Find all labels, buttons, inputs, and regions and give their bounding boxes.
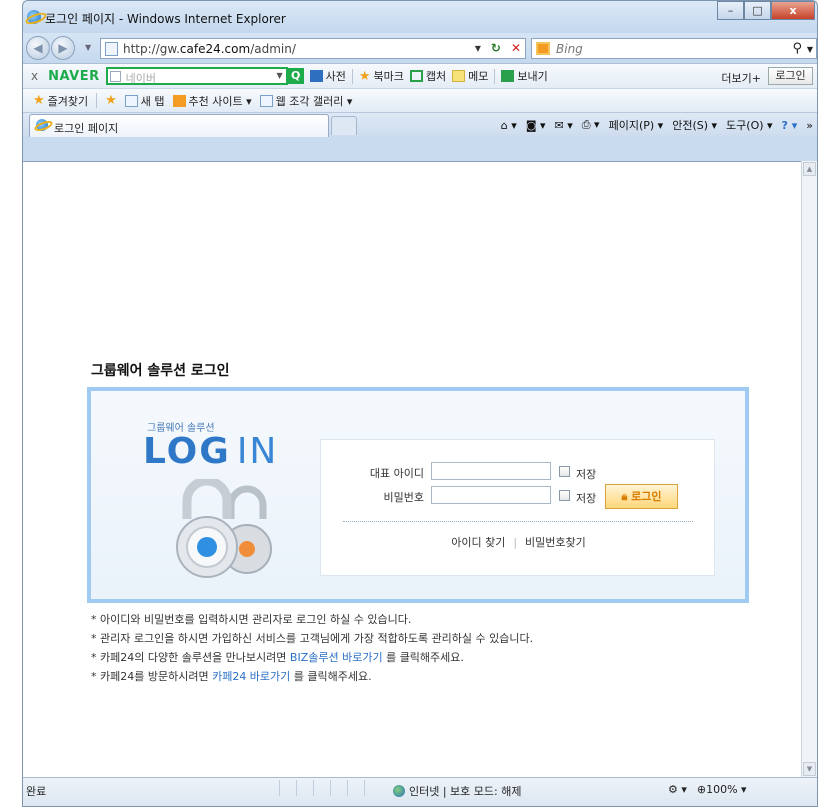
history-dropdown-icon[interactable]: ▼: [85, 43, 91, 52]
add-favorite-icon[interactable]: ★: [105, 93, 117, 108]
tab-bar: 로그인 페이지 ⌂ ▾ ◙ ▾ ✉ ▾ ⎙ ▾ 페이지(P) ▾ 안전(S) ▾…: [23, 112, 817, 137]
zoom-icon: ⊕: [696, 783, 707, 796]
tab-ie-icon: [36, 119, 48, 131]
notice-1: * 아이디와 비밀번호를 입력하시면 관리자로 로그인 하실 수 있습니다.: [91, 613, 412, 626]
naver-toolbar: x NAVER 네이버 ▼ Q 사전 ★ 북마크 캡처 메모 보내기 더보기+ 로…: [23, 63, 817, 88]
biz-solution-link[interactable]: BIZ솔루션 바로가기: [290, 651, 383, 664]
zone-settings-icon[interactable]: ⚙ ▾: [668, 783, 687, 796]
chevron-right-icon[interactable]: »: [806, 119, 813, 132]
memo-button[interactable]: 메모: [452, 68, 488, 84]
help-icon[interactable]: ? ▾: [782, 119, 798, 132]
desktop-background: [0, 0, 22, 807]
id-label: 대표 아이디: [369, 467, 424, 480]
page-icon: [105, 42, 118, 56]
login-form: 대표 아이디 저장 비밀번호 저장 🔒︎ 로그인 아이디 찾기 | 비밀번호찾기: [320, 439, 715, 576]
page-menu[interactable]: 페이지(P) ▾: [609, 117, 664, 133]
maximize-button[interactable]: □: [744, 1, 771, 20]
ie-logo-icon: [27, 10, 41, 24]
favorites-button[interactable]: ★ 즐겨찾기: [33, 93, 88, 109]
command-bar: ⌂ ▾ ◙ ▾ ✉ ▾ ⎙ ▾ 페이지(P) ▾ 안전(S) ▾ 도구(O) ▾…: [501, 117, 813, 133]
notice-3: * 카페24의 다양한 솔루션을 만나보시려면 BIZ솔루션 바로가기 를 클릭…: [91, 651, 464, 664]
safety-menu[interactable]: 안전(S) ▾: [672, 117, 717, 133]
title-bar: 로그인 페이지 - Windows Internet Explorer – □ …: [23, 1, 817, 33]
new-tab-button[interactable]: [331, 116, 357, 135]
find-links: 아이디 찾기 | 비밀번호찾기: [451, 536, 586, 549]
divider: [343, 521, 693, 522]
refresh-icon[interactable]: ↻: [491, 41, 501, 55]
bing-icon: [536, 42, 550, 55]
bookmark-button[interactable]: ★ 북마크: [359, 68, 404, 84]
browser-window: 로그인 페이지 - Windows Internet Explorer – □ …: [22, 0, 818, 807]
fav-web-slice-gallery[interactable]: 웹 조각 갤러리 ▾: [259, 93, 352, 109]
save-id-label: 저장: [576, 468, 597, 481]
scroll-down-icon[interactable]: ▼: [803, 762, 816, 776]
globe-icon: [393, 785, 405, 797]
status-text: 완료: [26, 785, 47, 798]
minimize-button[interactable]: –: [717, 1, 744, 20]
print-icon[interactable]: ⎙ ▾: [582, 118, 600, 132]
notice-2: * 관리자 로그인을 하시면 가입하신 서비스를 고객님에게 가장 적합하도록 …: [91, 632, 534, 645]
window-controls: – □ x: [717, 1, 815, 20]
window-title: 로그인 페이지 - Windows Internet Explorer: [45, 12, 286, 26]
login-logo: LOG IN: [143, 431, 279, 472]
notice-list: * 아이디와 비밀번호를 입력하시면 관리자로 로그인 하실 수 있습니다. *…: [91, 610, 533, 686]
vertical-scrollbar[interactable]: ▲ ▼: [801, 161, 817, 777]
search-dropdown-icon[interactable]: ▼: [807, 45, 813, 54]
close-button[interactable]: x: [771, 1, 815, 20]
favorites-star-icon: ★: [33, 93, 45, 108]
scroll-up-icon[interactable]: ▲: [803, 162, 816, 176]
address-bar-row: ◀ ▶ ▼ http://gw.cafe24.com/admin/ ▾ ↻ ✕ …: [23, 33, 817, 63]
mail-icon[interactable]: ✉ ▾: [555, 119, 573, 132]
page-title: 그룹웨어 솔루션 로그인: [91, 363, 230, 379]
naver-search-input[interactable]: 네이버 ▼: [105, 67, 288, 85]
naver-login-button[interactable]: 로그인: [768, 67, 813, 85]
naver-logo[interactable]: NAVER: [48, 69, 100, 84]
search-icon[interactable]: ⚲: [792, 41, 802, 56]
send-button[interactable]: 보내기: [501, 68, 548, 84]
padlock-icon: [176, 479, 272, 578]
save-id-checkbox[interactable]: [559, 466, 570, 477]
save-pw-checkbox[interactable]: [559, 490, 570, 501]
page-content: 그룹웨어 솔루션 로그인 그룹웨어 솔루션 LOG IN 대표 아이디 저장 비밀…: [23, 161, 803, 777]
login-button[interactable]: 🔒︎ 로그인: [605, 484, 678, 509]
fav-suggested-sites[interactable]: 추천 사이트 ▾: [172, 93, 252, 109]
cafe24-link[interactable]: 카페24 바로가기: [212, 670, 290, 683]
toolbar-close-icon[interactable]: x: [31, 69, 38, 83]
stop-icon[interactable]: ✕: [511, 41, 521, 55]
find-id-link[interactable]: 아이디 찾기: [451, 536, 505, 549]
more-button[interactable]: 더보기+: [721, 70, 761, 86]
forward-button[interactable]: ▶: [51, 36, 75, 60]
address-input[interactable]: http://gw.cafe24.com/admin/ ▾ ↻ ✕: [100, 38, 526, 59]
address-dropdown-icon[interactable]: ▾: [475, 41, 481, 55]
naver-search-button[interactable]: Q: [287, 68, 304, 84]
password-label: 비밀번호: [383, 491, 424, 504]
status-bar: 완료 인터넷 | 보호 모드: 해제 ⚙ ▾ ⊕100% ▾: [23, 777, 817, 806]
fav-new-tab[interactable]: 새 탭: [124, 93, 165, 109]
notice-4: * 카페24를 방문하시려면 카페24 바로가기 를 클릭해주세요.: [91, 670, 372, 683]
security-zone[interactable]: 인터넷 | 보호 모드: 해제: [393, 783, 521, 799]
login-panel: 그룹웨어 솔루션 LOG IN 대표 아이디 저장 비밀번호 저장 🔒︎ 로그인…: [87, 387, 749, 603]
save-pw-label: 저장: [576, 492, 597, 505]
feeds-icon[interactable]: ◙ ▾: [526, 119, 546, 132]
back-button[interactable]: ◀: [26, 36, 50, 60]
password-input[interactable]: [431, 486, 551, 504]
lock-icon: 🔒︎: [621, 490, 628, 503]
tools-menu[interactable]: 도구(O) ▾: [726, 117, 773, 133]
star-icon: ★: [358, 68, 371, 84]
favorites-bar: ★ 즐겨찾기 ★ 새 탭 추천 사이트 ▾ 웹 조각 갤러리 ▾: [23, 88, 817, 112]
capture-button[interactable]: 캡처: [409, 68, 446, 84]
home-icon[interactable]: ⌂ ▾: [501, 119, 517, 132]
search-input[interactable]: Bing ⚲ ▼: [531, 38, 817, 59]
dictionary-button[interactable]: 사전: [309, 68, 346, 84]
id-input[interactable]: [431, 462, 551, 480]
zoom-level[interactable]: ⊕100% ▾: [697, 783, 747, 796]
find-password-link[interactable]: 비밀번호찾기: [525, 536, 586, 549]
tab-login-page[interactable]: 로그인 페이지: [29, 114, 329, 137]
